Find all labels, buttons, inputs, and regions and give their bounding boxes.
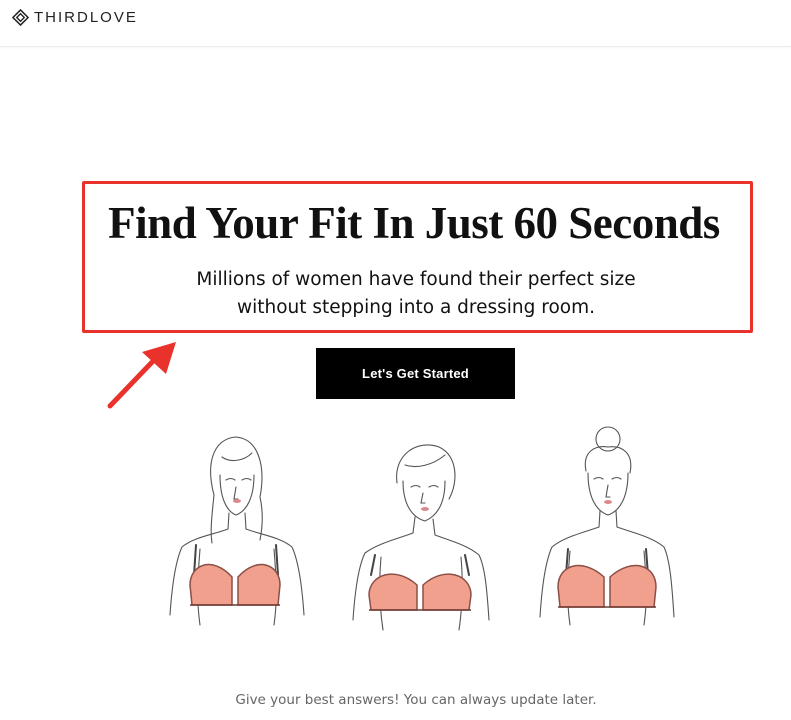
brand-logo[interactable]: THIRDLOVE bbox=[12, 9, 138, 26]
subtitle-line-1: Millions of women have found their perfe… bbox=[196, 269, 636, 290]
helper-note: Give your best answers! You can always u… bbox=[235, 691, 597, 708]
site-header: THIRDLOVE bbox=[0, 0, 791, 47]
brand-name: THIRDLOVE bbox=[34, 9, 138, 26]
diamond-logo-icon bbox=[12, 9, 29, 26]
page-title: Find Your Fit In Just 60 Seconds bbox=[108, 198, 720, 248]
page: THIRDLOVE Find Your Fit In Just 60 Secon… bbox=[0, 0, 791, 720]
woman-illustration-bun bbox=[539, 426, 675, 626]
page-subtitle: Millions of women have found their perfe… bbox=[0, 266, 791, 322]
annotation-arrow-icon bbox=[107, 342, 176, 409]
woman-illustration-long-hair bbox=[169, 436, 305, 626]
subtitle-line-2: without stepping into a dressing room. bbox=[236, 297, 596, 318]
woman-illustration-tilted-head bbox=[352, 444, 490, 631]
get-started-button[interactable]: Let's Get Started bbox=[316, 348, 515, 399]
